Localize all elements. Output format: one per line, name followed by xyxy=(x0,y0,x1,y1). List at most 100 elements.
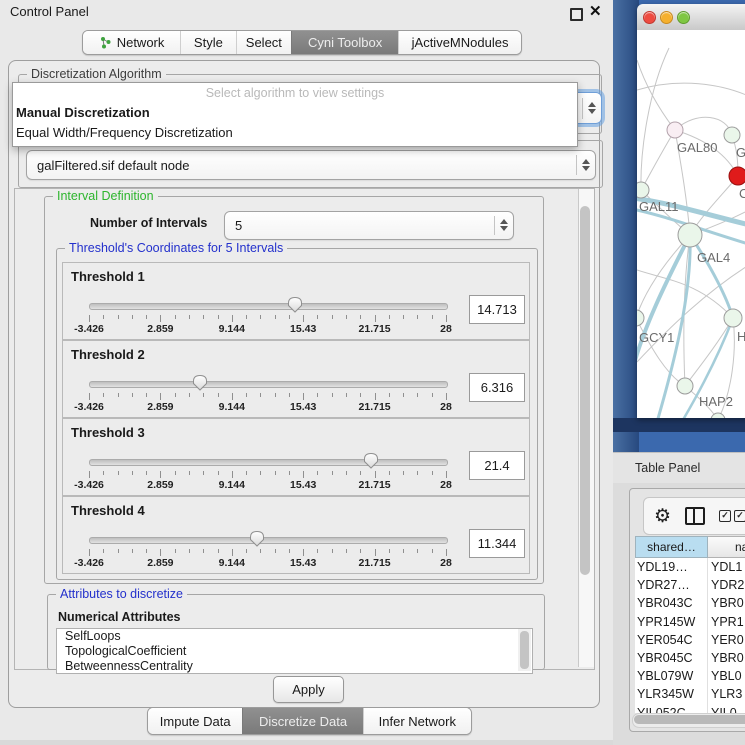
table-row[interactable]: YBR043CYBR0 xyxy=(635,594,745,612)
network-edge-highlighted[interactable] xyxy=(637,235,690,372)
threshold-slider-thumb[interactable] xyxy=(287,296,303,313)
slider-tick xyxy=(332,393,333,397)
gal80-node[interactable] xyxy=(667,122,683,138)
tab-jactivemnodules[interactable]: jActiveMNodules xyxy=(398,31,521,54)
network-edge[interactable] xyxy=(637,60,675,130)
minimize-traffic-light-icon[interactable] xyxy=(660,11,673,24)
slider-tick-label: 28 xyxy=(421,479,471,491)
slider-tick xyxy=(118,393,119,397)
slider-tick-label: 15.43 xyxy=(278,479,328,491)
dropdown-option-manual[interactable]: Manual Discretization xyxy=(13,103,577,123)
attribute-list-item[interactable]: TopologicalCoefficient xyxy=(57,644,532,659)
threshold-slider-thumb[interactable] xyxy=(249,530,265,547)
table-row[interactable]: YBL079WYBL0 xyxy=(635,667,745,685)
dropdown-option-equal-width[interactable]: Equal Width/Frequency Discretization xyxy=(13,123,577,143)
group-title: Attributes to discretize xyxy=(56,587,187,601)
network-canvas[interactable]: GAL80GCGAL11GAL4GCY1HHAP2 xyxy=(637,30,745,418)
slider-tick xyxy=(317,549,318,553)
column-header-shared-name[interactable]: shared… xyxy=(635,536,708,558)
threshold-value-field[interactable]: 11.344 xyxy=(469,529,525,558)
table-row[interactable]: YBR045CYBR0 xyxy=(635,649,745,667)
table-row[interactable]: YER054CYER0 xyxy=(635,631,745,649)
slider-tick xyxy=(218,471,219,475)
slider-tick xyxy=(232,549,233,556)
threshold-slider-track[interactable] xyxy=(89,303,448,310)
slider-tick xyxy=(218,393,219,397)
gcy1-node[interactable] xyxy=(637,310,644,326)
slider-tick xyxy=(132,393,133,397)
network-edge[interactable] xyxy=(685,318,733,386)
tab-select[interactable]: Select xyxy=(236,31,292,54)
threshold-slider-thumb[interactable] xyxy=(363,452,379,469)
gear-icon[interactable]: ⚙ xyxy=(654,507,671,526)
checkbox-icon[interactable]: ✓ xyxy=(734,510,745,522)
number-of-intervals-combobox[interactable]: 5 xyxy=(224,211,514,240)
threshold-label: Threshold 2 xyxy=(71,347,145,362)
table-row[interactable]: YDR27…YDR2 xyxy=(635,576,745,594)
close-icon[interactable]: ✕ xyxy=(589,2,602,20)
h-node[interactable] xyxy=(724,309,742,327)
gal11-node[interactable] xyxy=(637,182,649,198)
red-node[interactable] xyxy=(729,167,745,185)
apply-button[interactable]: Apply xyxy=(273,676,344,703)
slider-tick xyxy=(446,549,447,556)
slider-tick xyxy=(432,315,433,319)
float-window-icon[interactable] xyxy=(570,8,583,21)
tab-network[interactable]: Network xyxy=(83,31,180,54)
slider-tick xyxy=(346,471,347,475)
node-label: H xyxy=(737,329,745,344)
horizontal-scrollbar-thumb[interactable] xyxy=(634,715,745,724)
slider-tick xyxy=(432,471,433,475)
threshold-slider-track[interactable] xyxy=(89,381,448,388)
attribute-list-item[interactable]: BetweennessCentrality xyxy=(57,659,532,674)
slider-tick-label: 15.43 xyxy=(278,323,328,335)
slider-tick xyxy=(275,549,276,553)
zoom-traffic-light-icon[interactable] xyxy=(677,11,690,24)
network-edge-highlighted[interactable] xyxy=(690,235,733,318)
table-row[interactable]: YLR345WYLR3 xyxy=(635,685,745,703)
attribute-list-item[interactable]: SelfLoops xyxy=(57,629,532,644)
node-label: GAL80 xyxy=(677,140,717,155)
threshold-label: Threshold 1 xyxy=(71,269,145,284)
tab-label: jActiveMNodules xyxy=(412,35,509,50)
threshold-value-field[interactable]: 6.316 xyxy=(469,373,525,402)
close-traffic-light-icon[interactable] xyxy=(643,11,656,24)
network-edge[interactable] xyxy=(641,48,669,190)
threshold-slider-thumb[interactable] xyxy=(192,374,208,391)
slider-tick xyxy=(146,549,147,553)
vertical-scrollbar-thumb[interactable] xyxy=(580,206,590,575)
checkbox-icon[interactable]: ✓ xyxy=(719,510,731,522)
slider-tick xyxy=(203,393,204,397)
table-row[interactable]: YDL19…YDL1 xyxy=(635,558,745,576)
table-row[interactable]: YPR145WYPR1 xyxy=(635,613,745,631)
threshold-slider-track[interactable] xyxy=(89,537,448,544)
tab-discretize-data[interactable]: Discretize Data xyxy=(242,708,362,734)
slider-tick xyxy=(160,549,161,556)
threshold-slider-track[interactable] xyxy=(89,459,448,466)
network-window-titlebar[interactable] xyxy=(637,4,745,31)
gal-right-node[interactable] xyxy=(724,127,740,143)
top-tab-bar: Network Style Select Cyni Toolbox jActiv… xyxy=(82,30,522,55)
table-panel-body: ⚙ ✓ ✓ shared… name YDL19…YDL1YDR27…YDR2Y… xyxy=(613,483,745,745)
tab-style[interactable]: Style xyxy=(180,31,236,54)
slider-tick xyxy=(332,549,333,553)
gal4-node[interactable] xyxy=(678,223,702,247)
table-data-combobox[interactable]: galFiltered.sif default node xyxy=(26,150,596,180)
hap2-node[interactable] xyxy=(677,378,693,394)
slider-tick-label: -3.426 xyxy=(64,323,114,335)
tab-infer-network[interactable]: Infer Network xyxy=(363,708,471,734)
threshold-value-field[interactable]: 21.4 xyxy=(469,451,525,480)
slider-tick xyxy=(289,315,290,319)
attributes-list-scrollbar-thumb[interactable] xyxy=(520,631,529,669)
network-edge[interactable] xyxy=(641,130,675,190)
slider-tick xyxy=(103,471,104,475)
control-panel-titlebar: Control Panel ✕ xyxy=(0,0,613,24)
tab-impute-data[interactable]: Impute Data xyxy=(148,708,242,734)
slider-tick xyxy=(360,549,361,553)
threshold-value-field[interactable]: 14.713 xyxy=(469,295,525,324)
network-edge[interactable] xyxy=(675,117,732,135)
split-view-icon[interactable] xyxy=(685,507,705,525)
tab-cyni-toolbox[interactable]: Cyni Toolbox xyxy=(291,31,398,54)
column-header-name[interactable]: name xyxy=(708,536,745,558)
slider-tick xyxy=(89,393,90,400)
